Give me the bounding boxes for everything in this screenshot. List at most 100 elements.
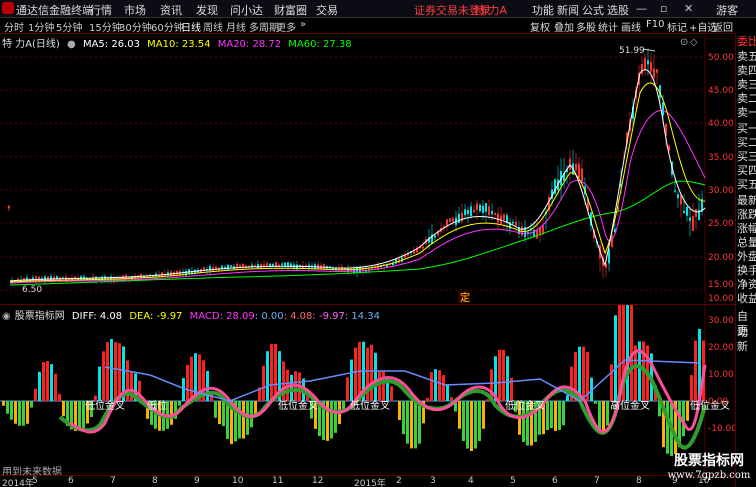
- menu-formula[interactable]: 公式: [582, 2, 604, 18]
- menu-discover[interactable]: 发现: [196, 2, 218, 18]
- macd-bar: [42, 362, 45, 401]
- price-tick: 40.00: [708, 119, 734, 129]
- macd-bar: [262, 365, 265, 401]
- quote-row-label: 买二: [737, 136, 756, 149]
- macd-bar: [554, 401, 557, 431]
- quote-row-label: 卖四: [737, 64, 756, 77]
- macd-bar: [350, 359, 353, 401]
- tool-back[interactable]: 返回: [713, 19, 733, 34]
- menu-trade[interactable]: 交易: [316, 2, 338, 18]
- tool-mark[interactable]: 标记: [667, 19, 687, 34]
- macd-bar: [694, 340, 697, 401]
- macd-bar: [478, 401, 481, 442]
- quote-row-label: 净资: [737, 278, 756, 291]
- quote-row-label: 涨幅: [737, 222, 756, 235]
- menu-wealth[interactable]: 财富圈: [274, 2, 307, 18]
- macd-bar: [62, 401, 65, 417]
- indicator-tick: 20.00: [708, 343, 734, 353]
- macd-bar: [686, 401, 689, 421]
- menu-stockpick[interactable]: 选股: [607, 2, 629, 18]
- macd-bar: [110, 339, 113, 401]
- price-chart-panel[interactable]: 特 力A(日线) ● MA5: 26.03 MA10: 23.54 MA20: …: [0, 33, 735, 303]
- panel-pin-icon[interactable]: ⊙: [680, 37, 688, 48]
- macd-bar: [218, 401, 221, 424]
- period-monthly[interactable]: 月线: [226, 19, 246, 34]
- period-more[interactable]: 更多: [276, 19, 296, 34]
- menu-market[interactable]: 市场: [124, 2, 146, 18]
- tool-draw[interactable]: 画线: [621, 19, 641, 34]
- macd-bar: [626, 305, 629, 401]
- macd-bar: [446, 384, 449, 401]
- tool-f10[interactable]: F10: [646, 19, 664, 30]
- price-tick: 10.00: [708, 294, 734, 303]
- menu-news[interactable]: 资讯: [160, 2, 182, 18]
- macd-bar: [666, 401, 669, 454]
- macd-bar: [458, 401, 461, 429]
- macd-bar: [614, 315, 617, 401]
- macd-bar: [14, 401, 17, 424]
- quote-row-label: 委比: [737, 35, 756, 48]
- app-logo-icon: [2, 2, 14, 14]
- indicator-toggle-icon[interactable]: ◉: [2, 311, 11, 322]
- date-label: 4: [468, 476, 474, 486]
- menu-function[interactable]: 功能: [532, 2, 554, 18]
- period-1min[interactable]: 1分钟: [28, 19, 54, 34]
- macd-bar: [450, 397, 453, 401]
- date-label: 5: [32, 476, 38, 486]
- macd-bar: [558, 401, 561, 430]
- panel-settings-icon[interactable]: ◇: [690, 37, 698, 48]
- indicator-name[interactable]: 股票指标网: [15, 311, 65, 322]
- menu-quotes[interactable]: 行情: [90, 2, 112, 18]
- signal-label: 低位金叉: [350, 399, 390, 412]
- period-60min[interactable]: 60分钟: [151, 19, 184, 34]
- date-label: 10: [232, 476, 244, 486]
- user-guest[interactable]: 游客: [716, 2, 738, 18]
- tool-adjust[interactable]: 复权: [530, 19, 550, 34]
- macd-bar: [498, 349, 501, 401]
- macd-bar: [186, 365, 189, 401]
- period-30min[interactable]: 30分钟: [119, 19, 152, 34]
- restore-icon[interactable]: ▫: [660, 2, 667, 15]
- macd-bar: [374, 352, 377, 401]
- macd-bar: [206, 370, 209, 401]
- period-multi[interactable]: 多周期: [249, 19, 279, 34]
- macd-bar: [546, 401, 549, 431]
- menu-newsfeed[interactable]: 新闻: [557, 2, 579, 18]
- date-label: 11: [272, 476, 284, 486]
- indicator-panel[interactable]: 低位金叉 低位 低位金叉 低位金叉 低位金叉 高位金叉 低位金叉 30.00 2…: [0, 304, 735, 475]
- period-15min[interactable]: 15分钟: [89, 19, 122, 34]
- period-5min[interactable]: 5分钟: [56, 19, 82, 34]
- indicator-tick: 30.00: [708, 316, 734, 326]
- macd-bar: [46, 361, 49, 401]
- macd-bar: [102, 351, 105, 401]
- date-label: 2: [396, 476, 402, 486]
- tool-overlay[interactable]: 叠加: [554, 19, 574, 34]
- tool-multistock[interactable]: 多股: [576, 19, 596, 34]
- signal-label: 低位金叉: [85, 399, 125, 412]
- date-label: 7: [110, 476, 116, 486]
- tool-stats[interactable]: 统计: [598, 19, 618, 34]
- period-daily[interactable]: 日线: [181, 19, 201, 34]
- indicator-tick: -10.00: [708, 424, 735, 434]
- indicator-tick: 10.00: [708, 370, 734, 380]
- macd-bar: [50, 364, 53, 401]
- period-weekly[interactable]: 周线: [203, 19, 223, 34]
- macd-bar: [78, 401, 81, 431]
- period-more-arrow-icon[interactable]: »: [300, 19, 306, 30]
- macd-bar: [482, 401, 485, 429]
- macd-bar: [290, 374, 293, 401]
- macd-bar: [566, 395, 569, 401]
- menu-assistant[interactable]: 问小达: [230, 2, 263, 18]
- macd-bar: [330, 401, 333, 439]
- app-window: 通达信金融终端 行情 市场 资讯 发现 问小达 财富圈 交易 证券交易未登录 特…: [0, 0, 756, 487]
- right-quote-sidebar: 委比 卖五 卖四 卖三 卖二 卖一 买一 买二 买三 买四 买五 最新 涨跌 涨…: [735, 33, 756, 487]
- indicator-legend: ◉ 股票指标网 DIFF: 4.08 DEA: -9.97 MACD: 28.09…: [2, 307, 384, 322]
- minimize-icon[interactable]: —: [636, 2, 647, 15]
- macd-bar: [370, 344, 373, 401]
- macd-bar: [30, 401, 33, 408]
- legend-dea: DEA: -9.97: [129, 311, 183, 322]
- update-button[interactable]: 更新: [737, 322, 756, 354]
- close-icon[interactable]: ✕: [684, 2, 693, 15]
- period-intraday[interactable]: 分时: [4, 19, 24, 34]
- macd-bar: [354, 347, 357, 401]
